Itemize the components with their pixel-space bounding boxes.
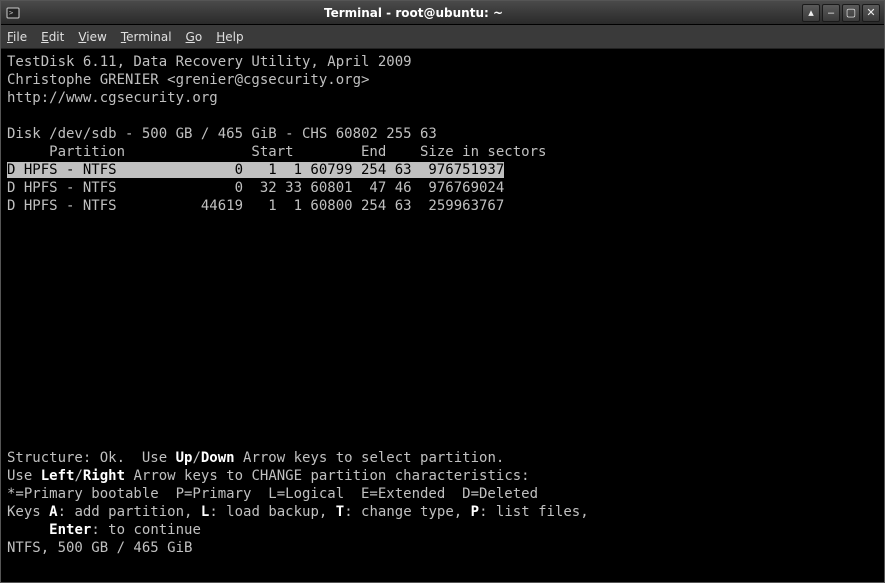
key-up: Up (176, 450, 193, 466)
app-icon: > (5, 5, 21, 21)
minimize-button[interactable]: – (822, 4, 840, 22)
enter-line: Enter: to continue (7, 522, 201, 538)
partition-row-selected[interactable]: D HPFS - NTFS 0 1 1 60799 254 63 9767519… (7, 162, 504, 178)
keys-line: Keys A: add partition, L: load backup, T… (7, 504, 589, 520)
close-button[interactable]: ✕ (862, 4, 880, 22)
ntfs-line: NTFS, 500 GB / 465 GiB (7, 540, 192, 556)
key-enter: Enter (49, 522, 91, 538)
app-header-3: http://www.cgsecurity.org (7, 90, 218, 106)
maximize-button[interactable]: ▢ (842, 4, 860, 22)
menu-go[interactable]: Go (186, 30, 203, 44)
svg-text:>: > (9, 9, 13, 17)
legend-line: *=Primary bootable P=Primary L=Logical E… (7, 486, 538, 502)
menu-help[interactable]: Help (216, 30, 243, 44)
disk-line: Disk /dev/sdb - 500 GB / 465 GiB - CHS 6… (7, 126, 437, 142)
structure-line: Structure: Ok. Use Up/Down Arrow keys to… (7, 450, 504, 466)
key-right: Right (83, 468, 125, 484)
window-buttons: ▴ – ▢ ✕ (802, 4, 880, 22)
menu-edit[interactable]: Edit (41, 30, 64, 44)
menubar: File Edit View Terminal Go Help (1, 25, 884, 49)
menu-view[interactable]: View (78, 30, 106, 44)
key-a: A (49, 504, 57, 520)
menu-terminal[interactable]: Terminal (121, 30, 172, 44)
key-p: P (471, 504, 479, 520)
titlebar: > Terminal - root@ubuntu: ~ ▴ – ▢ ✕ (1, 1, 884, 25)
leftright-line: Use Left/Right Arrow keys to CHANGE part… (7, 468, 530, 484)
partition-row[interactable]: D HPFS - NTFS 44619 1 1 60800 254 63 259… (7, 198, 504, 214)
terminal-output[interactable]: TestDisk 6.11, Data Recovery Utility, Ap… (1, 49, 884, 582)
app-header-1: TestDisk 6.11, Data Recovery Utility, Ap… (7, 54, 412, 70)
key-left: Left (41, 468, 75, 484)
shade-button[interactable]: ▴ (802, 4, 820, 22)
key-down: Down (201, 450, 235, 466)
menu-file[interactable]: File (7, 30, 27, 44)
terminal-window: > Terminal - root@ubuntu: ~ ▴ – ▢ ✕ File… (0, 0, 885, 583)
key-t: T (336, 504, 344, 520)
app-header-2: Christophe GRENIER <grenier@cgsecurity.o… (7, 72, 369, 88)
partition-row[interactable]: D HPFS - NTFS 0 32 33 60801 47 46 976769… (7, 180, 504, 196)
window-title: Terminal - root@ubuntu: ~ (25, 6, 802, 20)
partition-table-header: Partition Start End Size in sectors (7, 144, 546, 160)
